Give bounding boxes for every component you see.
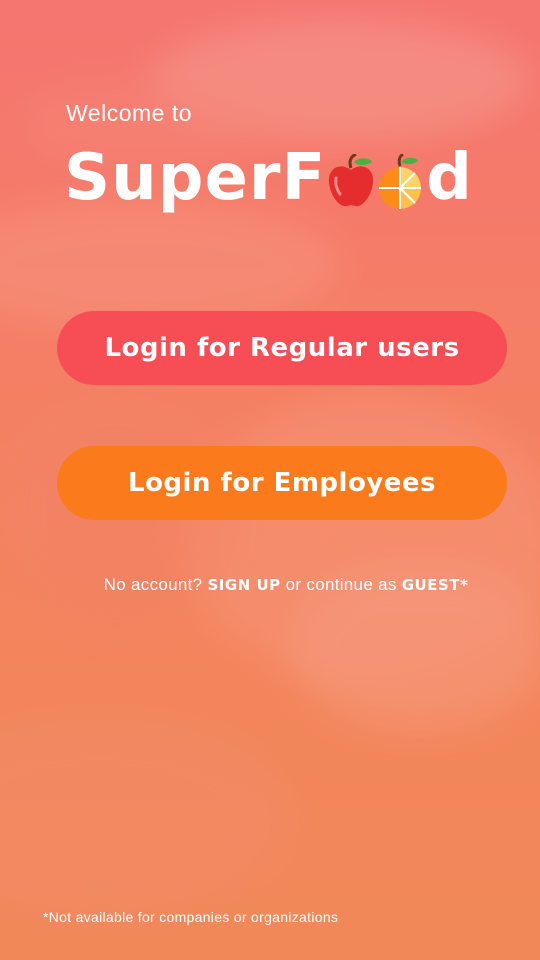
apple-icon bbox=[326, 146, 376, 210]
brand-prefix: SuperF bbox=[64, 141, 327, 215]
guest-footnote: *Not available for companies or organiza… bbox=[43, 909, 339, 925]
login-screen: Welcome to SuperF d Login for Regular us… bbox=[0, 0, 540, 960]
login-regular-users-label: Login for Regular users bbox=[104, 333, 460, 363]
guest-link[interactable]: GUEST* bbox=[402, 576, 469, 594]
sign-up-link[interactable]: SIGN UP bbox=[207, 576, 280, 594]
orange-icon bbox=[376, 146, 426, 210]
signup-prompt: No account? SIGN UP or continue as GUEST… bbox=[0, 575, 540, 595]
welcome-text: Welcome to bbox=[66, 100, 193, 126]
app-logo: SuperF d bbox=[64, 138, 473, 218]
login-regular-users-button[interactable]: Login for Regular users bbox=[57, 311, 507, 385]
continue-as-text: or continue as bbox=[285, 575, 397, 594]
login-employees-button[interactable]: Login for Employees bbox=[57, 446, 507, 520]
no-account-text: No account? bbox=[103, 575, 203, 594]
brand-suffix: d bbox=[426, 141, 473, 215]
login-employees-label: Login for Employees bbox=[128, 468, 436, 498]
